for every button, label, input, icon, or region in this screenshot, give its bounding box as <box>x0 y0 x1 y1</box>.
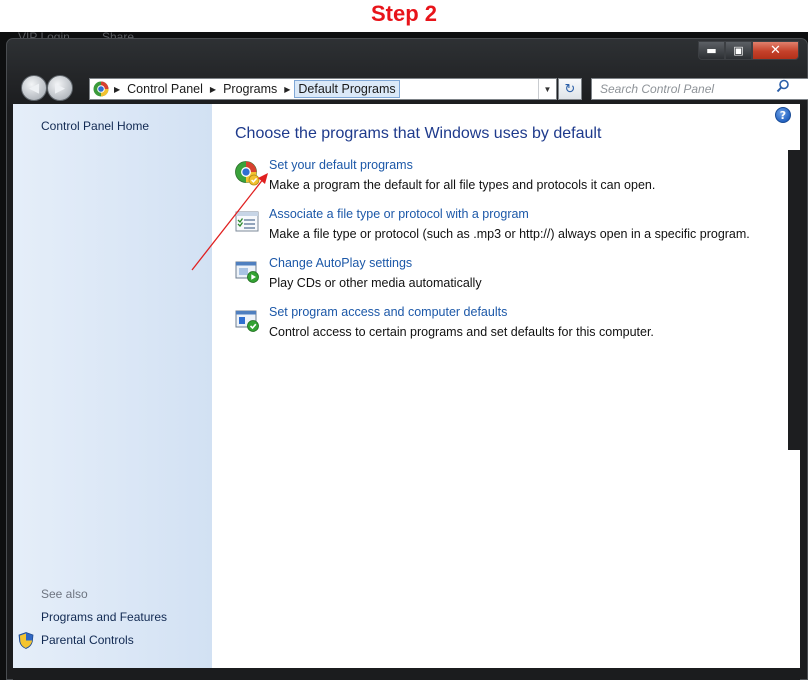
search-icon[interactable] <box>776 79 790 93</box>
associate-file-type-description: Make a file type or protocol (such as .m… <box>269 227 750 241</box>
back-button[interactable]: ◀ <box>21 75 47 101</box>
close-button[interactable]: ✕ <box>752 41 799 60</box>
address-dropdown-icon[interactable]: ▼ <box>538 79 556 99</box>
navigation-bar: ◀ ▶ ▶ Control Panel ▶ Programs ▶ Default… <box>17 73 808 103</box>
program-access-icon <box>235 310 259 332</box>
step-heading: Step 2 <box>370 1 438 26</box>
page-title: Choose the programs that Windows uses by… <box>235 125 602 142</box>
window-controls: ▬ ▣ ✕ <box>698 41 799 60</box>
window-client-area: Control Panel Home See also Programs and… <box>13 104 800 680</box>
task-program-access: Set program access and computer defaults… <box>234 305 794 345</box>
control-panel-icon <box>93 81 109 97</box>
help-icon[interactable]: ? <box>775 107 791 123</box>
address-separator-icon[interactable]: ▶ <box>110 85 124 94</box>
window-bottom-edge <box>13 668 800 680</box>
see-also-heading: See also <box>41 587 88 601</box>
sidebar-item-parental-controls[interactable]: Parental Controls <box>41 633 134 647</box>
maximize-button[interactable]: ▣ <box>725 41 752 60</box>
forward-button[interactable]: ▶ <box>47 75 73 101</box>
breadcrumb-default-programs[interactable]: Default Programs <box>294 80 400 98</box>
minimize-button[interactable]: ▬ <box>698 41 725 60</box>
breadcrumb-programs[interactable]: Programs <box>220 79 280 99</box>
change-autoplay-link[interactable]: Change AutoPlay settings <box>269 256 412 270</box>
shield-icon <box>18 632 34 649</box>
address-separator-icon[interactable]: ▶ <box>206 85 220 94</box>
task-associate-file-type: Associate a file type or protocol with a… <box>234 207 794 247</box>
back-forward-group: ◀ ▶ <box>21 75 83 101</box>
breadcrumb-control-panel[interactable]: Control Panel <box>124 79 206 99</box>
address-separator-icon[interactable]: ▶ <box>280 85 294 94</box>
set-default-programs-link[interactable]: Set your default programs <box>269 158 413 172</box>
program-access-description: Control access to certain programs and s… <box>269 325 654 339</box>
screenshot-stage: Step 2 VIP Login Share ▬ ▣ ✕ ◀ ▶ ▶ Contr… <box>0 0 808 680</box>
main-content: ? Choose the programs that Windows uses … <box>212 104 800 668</box>
file-association-icon <box>235 211 259 232</box>
autoplay-icon <box>235 261 259 283</box>
task-set-default-programs: Set your default programs Make a program… <box>234 158 794 198</box>
refresh-button[interactable]: ↻ <box>558 78 582 100</box>
set-default-programs-description: Make a program the default for all file … <box>269 178 656 192</box>
right-edge-strip <box>788 150 800 450</box>
associate-file-type-link[interactable]: Associate a file type or protocol with a… <box>269 207 529 221</box>
address-bar[interactable]: ▶ Control Panel ▶ Programs ▶ Default Pro… <box>89 78 557 100</box>
default-programs-icon <box>235 161 260 186</box>
sidebar-item-programs-and-features[interactable]: Programs and Features <box>41 610 167 624</box>
sidebar-item-control-panel-home[interactable]: Control Panel Home <box>41 119 149 133</box>
program-access-link[interactable]: Set program access and computer defaults <box>269 305 507 319</box>
sidebar: Control Panel Home See also Programs and… <box>13 104 212 668</box>
task-change-autoplay: Change AutoPlay settings Play CDs or oth… <box>234 256 794 296</box>
change-autoplay-description: Play CDs or other media automatically <box>269 276 482 290</box>
